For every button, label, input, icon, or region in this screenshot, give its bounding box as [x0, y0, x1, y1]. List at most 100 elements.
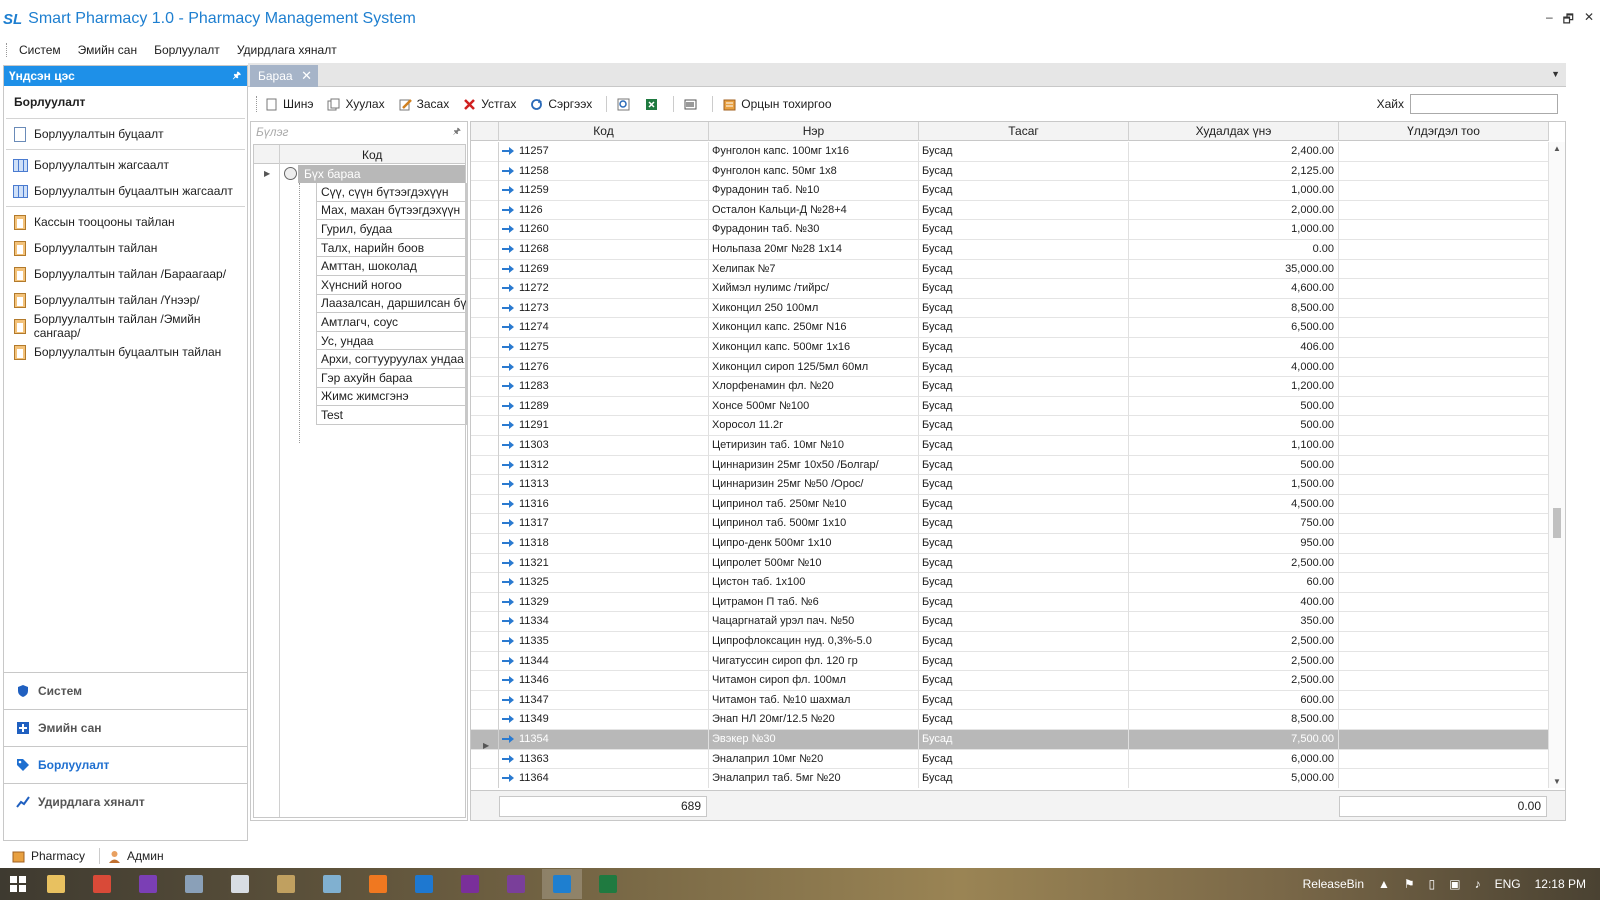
- column-sale-price[interactable]: Худалдах үнэ: [1129, 122, 1339, 141]
- network-icon[interactable]: ▣: [1449, 877, 1460, 891]
- group-node[interactable]: Амттан, шоколад: [316, 257, 467, 276]
- nav-pharmacy[interactable]: Эмийн сан: [4, 709, 247, 746]
- row-indicator[interactable]: [471, 749, 499, 770]
- copy-button[interactable]: Хуулах: [327, 97, 385, 111]
- row-indicator[interactable]: [471, 200, 499, 221]
- group-node[interactable]: Мах, махан бүтээгдэхүүн: [316, 201, 467, 221]
- cell-stock-qty[interactable]: [1339, 475, 1549, 495]
- minimize-button[interactable]: –: [1546, 10, 1553, 31]
- cell-stock-qty[interactable]: [1339, 279, 1549, 299]
- cell-sale-price[interactable]: 500.00: [1129, 396, 1339, 417]
- cell-name[interactable]: Хелипак №7: [709, 259, 919, 280]
- cell-department[interactable]: Бусад: [919, 573, 1129, 593]
- pin-icon[interactable]: 🖈: [453, 124, 461, 140]
- row-indicator[interactable]: [471, 357, 499, 378]
- cell-sale-price[interactable]: 500.00: [1129, 416, 1339, 436]
- cell-name[interactable]: Читамон сироп фл. 100мл: [709, 671, 919, 691]
- cell-name[interactable]: Ципрофлоксацин нуд. 0,3%-5.0: [709, 632, 919, 652]
- sidebar-item[interactable]: Борлуулалтын жагсаалт: [4, 152, 247, 178]
- table-row[interactable]: 11344 Чигатуссин сироп фл. 120 гр Бусад 2,5…: [471, 651, 1549, 672]
- cell-department[interactable]: Бусад: [919, 396, 1129, 417]
- cell-code[interactable]: 11354: [499, 730, 709, 750]
- cell-sale-price[interactable]: 600.00: [1129, 690, 1339, 711]
- cell-stock-qty[interactable]: [1339, 710, 1549, 730]
- cell-code[interactable]: 11321: [499, 553, 709, 574]
- group-node[interactable]: Амтлагч, соус: [316, 313, 467, 332]
- cell-code[interactable]: 11318: [499, 534, 709, 554]
- cell-name[interactable]: Хиконцил 250 100мл: [709, 298, 919, 319]
- cell-sale-price[interactable]: 7,500.00: [1129, 730, 1339, 750]
- cell-stock-qty[interactable]: [1339, 181, 1549, 201]
- cell-name[interactable]: Хонсе 500мг №100: [709, 396, 919, 417]
- cell-code[interactable]: 11325: [499, 573, 709, 593]
- table-row[interactable]: 11317 Ципринол таб. 500мг 1х10 Бусад 750.00: [471, 514, 1549, 534]
- scroll-down-icon[interactable]: ▼: [1553, 777, 1561, 786]
- table-row[interactable]: 11334 Чацаргнатай урэл пач. №50 Бусад 350.0…: [471, 612, 1549, 632]
- sidebar-item[interactable]: Кассын тооцооны тайлан: [4, 209, 247, 235]
- cell-code[interactable]: 11257: [499, 142, 709, 162]
- close-button[interactable]: ✕: [1584, 10, 1594, 31]
- cell-department[interactable]: Бусад: [919, 416, 1129, 436]
- cell-sale-price[interactable]: 500.00: [1129, 455, 1339, 476]
- cell-code[interactable]: 11329: [499, 592, 709, 613]
- cell-code[interactable]: 11274: [499, 318, 709, 338]
- row-indicator[interactable]: [471, 181, 499, 201]
- cell-code[interactable]: 11260: [499, 220, 709, 240]
- cell-department[interactable]: Бусад: [919, 200, 1129, 221]
- cell-code[interactable]: 11276: [499, 357, 709, 378]
- cell-stock-qty[interactable]: [1339, 240, 1549, 260]
- cell-stock-qty[interactable]: [1339, 769, 1549, 788]
- nav-management[interactable]: Удирдлага хяналт: [4, 783, 247, 820]
- cell-sale-price[interactable]: 6,000.00: [1129, 749, 1339, 770]
- cell-department[interactable]: Бусад: [919, 710, 1129, 730]
- row-indicator[interactable]: [471, 553, 499, 574]
- cell-name[interactable]: Хиймэл нулимс /тийрс/: [709, 279, 919, 299]
- collapse-node-icon[interactable]: [284, 167, 297, 180]
- cell-name[interactable]: Ципринол таб. 250мг №10: [709, 494, 919, 515]
- cell-department[interactable]: Бусад: [919, 298, 1129, 319]
- table-row[interactable]: 11272 Хиймэл нулимс /тийрс/Бусад 4,600.00: [471, 279, 1549, 299]
- cell-code[interactable]: 1126: [499, 200, 709, 221]
- cell-department[interactable]: Бусад: [919, 475, 1129, 495]
- cell-sale-price[interactable]: 1,200.00: [1129, 377, 1339, 397]
- battery-icon[interactable]: ▯: [1429, 877, 1436, 891]
- row-indicator[interactable]: [471, 573, 499, 593]
- row-indicator[interactable]: [471, 220, 499, 240]
- cell-stock-qty[interactable]: [1339, 357, 1549, 378]
- row-indicator[interactable]: [471, 690, 499, 711]
- preview-button[interactable]: [617, 98, 635, 111]
- taskbar-app[interactable]: [128, 869, 168, 899]
- cell-name[interactable]: Хоросол 11.2г: [709, 416, 919, 436]
- cell-sale-price[interactable]: 2,000.00: [1129, 200, 1339, 221]
- edit-button[interactable]: Засах: [399, 97, 449, 111]
- cell-sale-price[interactable]: 350.00: [1129, 612, 1339, 632]
- group-node[interactable]: Талх, нарийн боов: [316, 238, 467, 258]
- row-indicator[interactable]: [471, 318, 499, 338]
- row-indicator[interactable]: [471, 769, 499, 788]
- cell-name[interactable]: Хлорфенамин фл. №20: [709, 377, 919, 397]
- row-indicator[interactable]: [471, 612, 499, 632]
- cell-sale-price[interactable]: 1,000.00: [1129, 181, 1339, 201]
- row-indicator[interactable]: [471, 259, 499, 280]
- cell-department[interactable]: Бусад: [919, 494, 1129, 515]
- nav-sales[interactable]: Борлуулалт: [4, 746, 247, 783]
- row-indicator[interactable]: [471, 416, 499, 436]
- cell-sale-price[interactable]: 0.00: [1129, 240, 1339, 260]
- cell-stock-qty[interactable]: [1339, 612, 1549, 632]
- row-indicator[interactable]: [471, 396, 499, 417]
- cell-stock-qty[interactable]: [1339, 494, 1549, 515]
- table-row[interactable]: 11275 Хиконцил капс. 500мг 1х16 Бусад 406.0…: [471, 338, 1549, 358]
- table-row[interactable]: 11274 Хиконцил капс. 250мг N16 Бусад 6,500.…: [471, 318, 1549, 338]
- table-row[interactable]: 11291 Хоросол 11.2г Бусад 500.00: [471, 416, 1549, 436]
- cell-department[interactable]: Бусад: [919, 749, 1129, 770]
- cell-name[interactable]: Читамон таб. №10 шахмал: [709, 690, 919, 711]
- vertical-scrollbar[interactable]: ▲ ▼: [1549, 142, 1565, 788]
- cell-name[interactable]: Циннаризин 25мг №50 /Орос/: [709, 475, 919, 495]
- column-code[interactable]: Код: [499, 122, 709, 141]
- cell-stock-qty[interactable]: [1339, 142, 1549, 162]
- taskbar-app[interactable]: [312, 869, 352, 899]
- cell-stock-qty[interactable]: [1339, 220, 1549, 240]
- taskbar-app[interactable]: [542, 869, 582, 899]
- table-row[interactable]: 11258 Фунголон капс. 50мг 1х8 Бусад 2,125.0…: [471, 161, 1549, 182]
- cell-code[interactable]: 11364: [499, 769, 709, 788]
